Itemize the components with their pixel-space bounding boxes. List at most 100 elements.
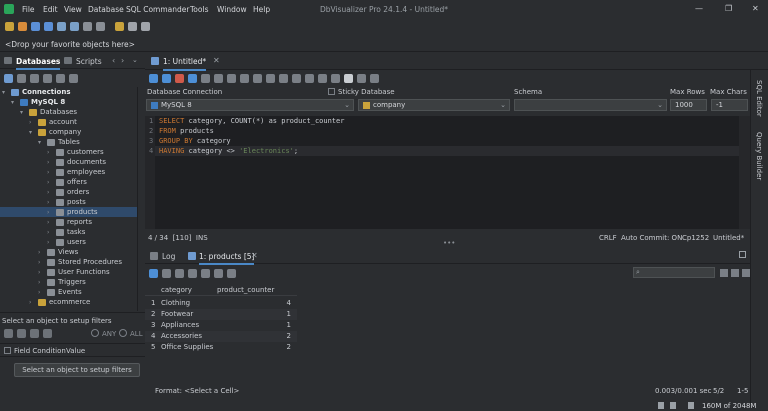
gc-icon[interactable]	[658, 402, 664, 409]
tree-item[interactable]: ▾ Tables	[0, 137, 137, 147]
tab-query-builder[interactable]: Query Builder	[755, 132, 763, 180]
tree-item[interactable]: › tasks	[0, 227, 137, 237]
tab-scripts[interactable]: Scripts	[76, 57, 102, 66]
expand-icon[interactable]	[69, 73, 78, 83]
form-layout-icon[interactable]	[731, 269, 739, 277]
tree-item[interactable]: › documents	[0, 157, 137, 167]
setup-filters-button[interactable]: Select an object to setup filters	[14, 363, 140, 377]
tree-item[interactable]: ▾ Connections	[0, 87, 137, 97]
minimize-icon[interactable]: —	[695, 4, 703, 13]
cell-category[interactable]: Appliances	[161, 320, 217, 331]
settings-icon[interactable]	[128, 21, 137, 31]
tree-item[interactable]: › Views	[0, 247, 137, 257]
chevron-left-icon[interactable]: ‹	[112, 56, 115, 65]
maximize-panel-icon[interactable]	[739, 251, 746, 258]
collapse-icon[interactable]	[56, 73, 65, 83]
any-radio[interactable]	[91, 329, 99, 337]
tree-item[interactable]: ▾ company	[0, 127, 137, 137]
refresh-icon[interactable]	[30, 73, 39, 83]
split-handle-icon[interactable]: •••	[443, 239, 455, 247]
tree-item[interactable]: › orders	[0, 187, 137, 197]
tab-products-result[interactable]: 1: products [5]	[199, 252, 255, 265]
explain-icon[interactable]	[201, 73, 210, 83]
cell-category[interactable]: Office Supplies	[161, 342, 217, 353]
tree-item[interactable]: › products	[0, 207, 137, 217]
tree-item[interactable]: › ecommerce	[0, 297, 137, 307]
result-search-input[interactable]: ⌕	[633, 267, 715, 278]
close-tab-icon[interactable]: ✕	[213, 56, 220, 65]
tree-item[interactable]: › posts	[0, 197, 137, 207]
cell-category[interactable]: Clothing	[161, 298, 217, 309]
help-icon[interactable]	[141, 21, 150, 31]
cell-category[interactable]: Footwear	[161, 309, 217, 320]
search-icon[interactable]	[318, 73, 327, 83]
format-icon[interactable]	[240, 73, 249, 83]
tab-sql-editor[interactable]: SQL Editor	[755, 80, 763, 117]
max-rows-input[interactable]: 1000	[670, 99, 707, 111]
grid-layout-icon[interactable]	[720, 269, 728, 277]
sort-icon[interactable]	[214, 268, 223, 278]
close-icon[interactable]: ✕	[752, 4, 759, 13]
tree-item[interactable]: › users	[0, 237, 137, 247]
collapsed-arrow-icon[interactable]: ›	[29, 298, 35, 308]
layout-icon[interactable]	[344, 73, 353, 83]
comment-icon[interactable]	[305, 73, 314, 83]
schema-select[interactable]: ⌄	[514, 99, 667, 111]
maximize-icon[interactable]: ❐	[725, 4, 732, 13]
export-icon[interactable]	[188, 268, 197, 278]
disconnect-icon[interactable]	[70, 21, 79, 31]
tree-item[interactable]: › Triggers	[0, 277, 137, 287]
filter-icon[interactable]	[201, 268, 210, 278]
cell-product-counter[interactable]: 2	[217, 342, 291, 353]
tree-item[interactable]: › reports	[0, 217, 137, 227]
tree-item[interactable]: › User Functions	[0, 267, 137, 277]
tree-item[interactable]: › Events	[0, 287, 137, 297]
filter-checkbox[interactable]	[4, 347, 11, 354]
options-icon[interactable]	[370, 73, 379, 83]
group-filter-icon[interactable]	[30, 329, 39, 338]
add-filter-icon[interactable]	[4, 329, 13, 338]
cell-product-counter[interactable]: 2	[217, 331, 291, 342]
apply-filter-icon[interactable]	[43, 329, 52, 338]
favorites-placeholder[interactable]: <Drop your favorite objects here>	[5, 40, 135, 49]
execute-buffer-icon[interactable]	[188, 73, 197, 83]
nav-back-icon[interactable]	[253, 73, 262, 83]
save-all-icon[interactable]	[44, 21, 53, 31]
execute-current-icon[interactable]	[162, 73, 171, 83]
database-select[interactable]: company ⌄	[358, 99, 510, 111]
execute-icon[interactable]	[149, 73, 158, 83]
add-icon[interactable]	[83, 21, 92, 31]
text-layout-icon[interactable]	[742, 269, 750, 277]
tree-scrollbar[interactable]	[137, 87, 145, 311]
tree-item[interactable]: › account	[0, 117, 137, 127]
rollback-icon[interactable]	[227, 73, 236, 83]
open-icon[interactable]	[18, 21, 27, 31]
tree-item[interactable]: ▾ MySQL 8	[0, 97, 137, 107]
chevron-right-icon[interactable]: ›	[121, 56, 124, 65]
cell-category[interactable]: Accessories	[161, 331, 217, 342]
tree-item[interactable]: › customers	[0, 147, 137, 157]
connection-select[interactable]: MySQL 8 ⌄	[146, 99, 354, 111]
cell-product-counter[interactable]: 4	[217, 298, 291, 309]
sticky-database-checkbox[interactable]	[328, 88, 335, 95]
tree-item[interactable]: › Stored Procedures	[0, 257, 137, 267]
editor-scrollbar[interactable]	[739, 116, 750, 229]
remove-icon[interactable]	[17, 73, 26, 83]
all-radio[interactable]	[119, 329, 127, 337]
sql-editor[interactable]: 1 2 3 4 SELECT category, COUNT(*) as pro…	[145, 116, 750, 229]
tree-item[interactable]: › offers	[0, 177, 137, 187]
options-icon[interactable]	[227, 268, 236, 278]
refresh-icon[interactable]	[149, 268, 158, 278]
sql-icon[interactable]	[115, 21, 124, 31]
new-icon[interactable]	[5, 21, 14, 31]
remove-icon[interactable]	[96, 21, 105, 31]
add-connection-icon[interactable]	[4, 73, 13, 83]
grid-view-icon[interactable]	[175, 268, 184, 278]
split-icon[interactable]	[357, 73, 366, 83]
max-chars-input[interactable]: -1	[711, 99, 748, 111]
connect-icon[interactable]	[57, 21, 66, 31]
nav-forward-icon[interactable]	[266, 73, 275, 83]
tab-log[interactable]: Log	[162, 252, 175, 261]
tree-item[interactable]: ▾ Databases	[0, 107, 137, 117]
column-header-category[interactable]: category	[161, 285, 217, 296]
